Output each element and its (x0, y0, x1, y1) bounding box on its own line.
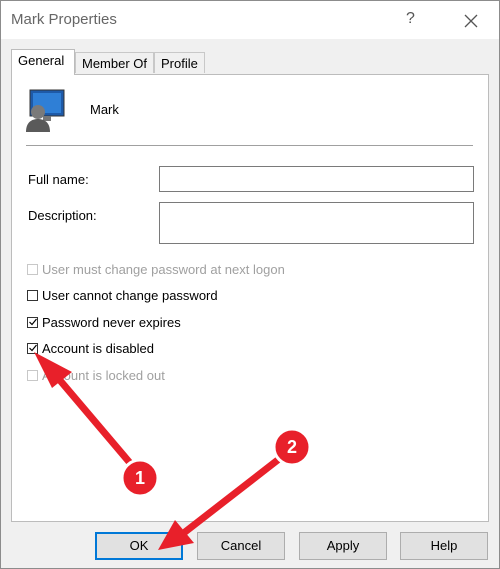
checkbox-box (27, 342, 38, 354)
ok-button[interactable]: OK (95, 532, 183, 560)
checkbox-box (27, 263, 38, 275)
checkbox-label: Password never expires (42, 314, 181, 330)
apply-button[interactable]: Apply (299, 532, 387, 560)
account-disabled-checkbox[interactable]: Account is disabled (27, 339, 154, 357)
description-field[interactable] (159, 202, 474, 244)
checkbox-label: User cannot change password (42, 287, 218, 303)
close-icon[interactable] (459, 9, 483, 33)
tab-profile[interactable]: Profile (154, 52, 205, 73)
checkbox-box (27, 369, 38, 381)
account-locked-out-checkbox[interactable]: Account is locked out (27, 366, 165, 384)
separator (26, 145, 473, 146)
checkbox-box (27, 289, 38, 301)
full-name-label: Full name: (28, 172, 89, 187)
password-never-expires-checkbox[interactable]: Password never expires (27, 313, 181, 331)
must-change-password-checkbox[interactable]: User must change password at next logon (27, 260, 285, 278)
properties-dialog: Mark Properties ? General Member Of Prof… (0, 0, 500, 569)
tab-general[interactable]: General (11, 49, 75, 75)
user-name: Mark (90, 102, 119, 117)
title-bar: Mark Properties ? (1, 1, 499, 39)
full-name-field[interactable] (159, 166, 474, 192)
checkbox-label: Account is disabled (42, 340, 155, 356)
window-title: Mark Properties (11, 11, 117, 28)
checkmark-icon (29, 318, 37, 325)
user-monitor-icon (26, 89, 65, 132)
checkbox-box (27, 316, 38, 328)
checkbox-label: User must change password at next logon (42, 261, 285, 277)
cannot-change-password-checkbox[interactable]: User cannot change password (27, 286, 218, 304)
checkmark-icon (29, 344, 37, 351)
description-label: Description: (28, 208, 97, 223)
tab-member-of[interactable]: Member Of (75, 52, 154, 73)
checkbox-label: Account is locked out (42, 367, 165, 383)
help-button[interactable]: Help (400, 532, 488, 560)
help-title-button[interactable]: ? (406, 10, 415, 28)
cancel-button[interactable]: Cancel (197, 532, 285, 560)
